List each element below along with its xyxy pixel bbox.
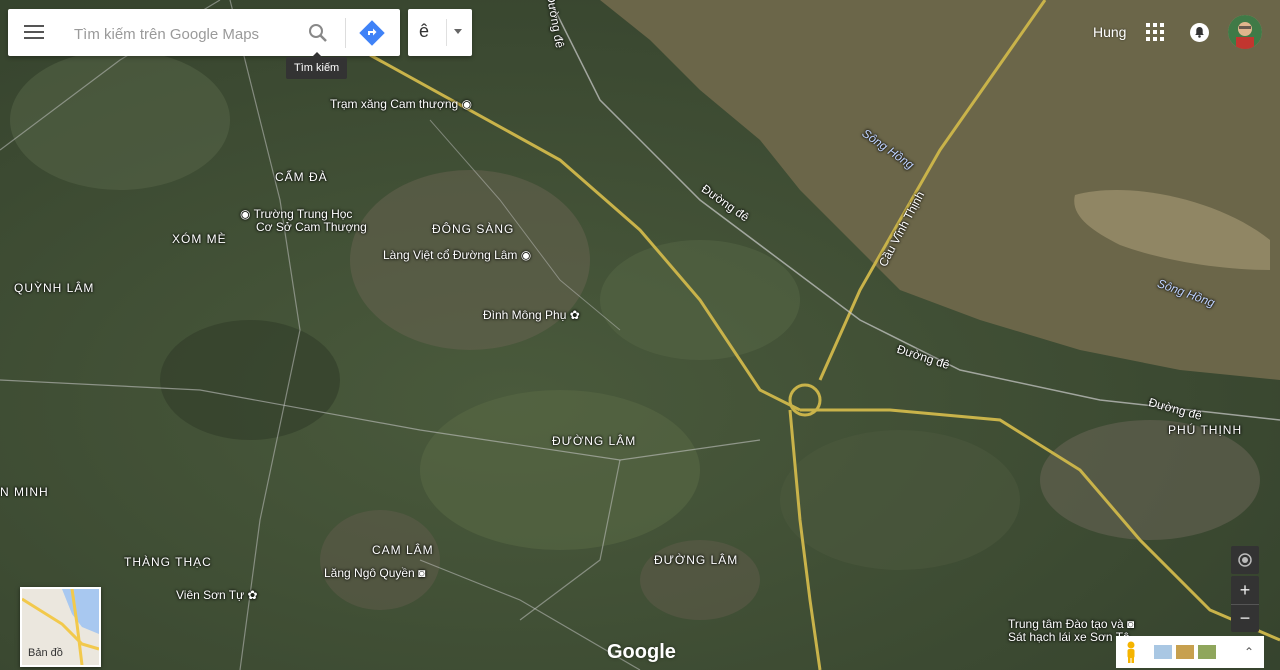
place-label: ĐƯỜNG LÂM: [552, 434, 637, 448]
place-label: CAM LÂM: [372, 543, 434, 557]
temple-icon: ✿: [247, 588, 258, 602]
place-label: CẨM ĐÀ: [275, 170, 328, 184]
input-tools[interactable]: ê: [408, 9, 472, 56]
school-icon: ◙: [1126, 617, 1135, 631]
poi-label[interactable]: ◉ Trường Trung Học Cơ Sở Cam Thượng: [240, 208, 367, 234]
poi-label[interactable]: Đình Mông Phụ ✿: [483, 308, 580, 322]
directions-button[interactable]: [358, 19, 386, 47]
bottom-toolbar: ⌃: [1116, 636, 1264, 668]
zoom-in-button[interactable]: +: [1231, 576, 1259, 605]
place-label: QUỲNH LÂM: [14, 281, 95, 295]
search-icon: [309, 24, 327, 42]
zoom-out-button[interactable]: −: [1231, 604, 1259, 632]
search-input[interactable]: [72, 21, 296, 47]
search-box: [8, 9, 400, 56]
gas-station-icon: ◉: [461, 97, 472, 111]
apps-icon[interactable]: [1146, 23, 1164, 41]
menu-icon[interactable]: [22, 21, 46, 45]
landmark-icon: ◉: [520, 248, 532, 262]
search-button[interactable]: [304, 19, 332, 47]
divider: [345, 18, 346, 48]
place-label: N MINH: [0, 485, 49, 499]
poi-label[interactable]: Viên Sơn Tự ✿: [176, 588, 258, 602]
notifications-icon[interactable]: [1190, 23, 1209, 42]
input-tool-label: ê: [419, 21, 430, 41]
user-name[interactable]: Hung: [1093, 24, 1126, 40]
place-label: ĐƯỜNG LÂM: [654, 553, 739, 567]
imagery-thumbnail[interactable]: [1154, 645, 1172, 659]
school-icon: ◉: [240, 207, 251, 221]
landmark-icon: ◙: [418, 566, 426, 580]
map-type-toggle[interactable]: Bản đồ: [20, 587, 101, 667]
place-label: PHÚ THỊNH: [1168, 423, 1243, 437]
place-label: XÓM MÈ: [172, 232, 227, 246]
zoom-controls: + −: [1231, 576, 1259, 632]
temple-icon: ✿: [569, 308, 580, 322]
my-location-button[interactable]: [1231, 546, 1259, 574]
minimap-label: Bản đồ: [28, 647, 63, 659]
avatar[interactable]: [1228, 15, 1262, 49]
poi-label[interactable]: Lăng Ngô Quyền ◙: [324, 566, 425, 580]
search-tooltip: Tìm kiếm: [286, 52, 348, 79]
google-logo: Google: [607, 641, 676, 663]
place-label: THÀNG THẠC: [124, 555, 212, 569]
place-label: ĐÔNG SÀNG: [432, 222, 515, 236]
satellite-map[interactable]: [0, 0, 1280, 670]
chevron-down-icon[interactable]: [454, 29, 462, 34]
pegman-icon[interactable]: [1124, 640, 1138, 664]
expand-icon[interactable]: ⌃: [1242, 644, 1256, 660]
poi-label[interactable]: Làng Việt cổ Đường Lâm ◉: [383, 248, 531, 262]
poi-label[interactable]: Trạm xăng Cam thượng ◉: [330, 97, 472, 111]
location-icon: [1238, 553, 1252, 567]
divider: [446, 19, 447, 46]
imagery-thumbnail[interactable]: [1176, 645, 1194, 659]
directions-icon: [359, 20, 385, 46]
imagery-thumbnail[interactable]: [1198, 645, 1216, 659]
